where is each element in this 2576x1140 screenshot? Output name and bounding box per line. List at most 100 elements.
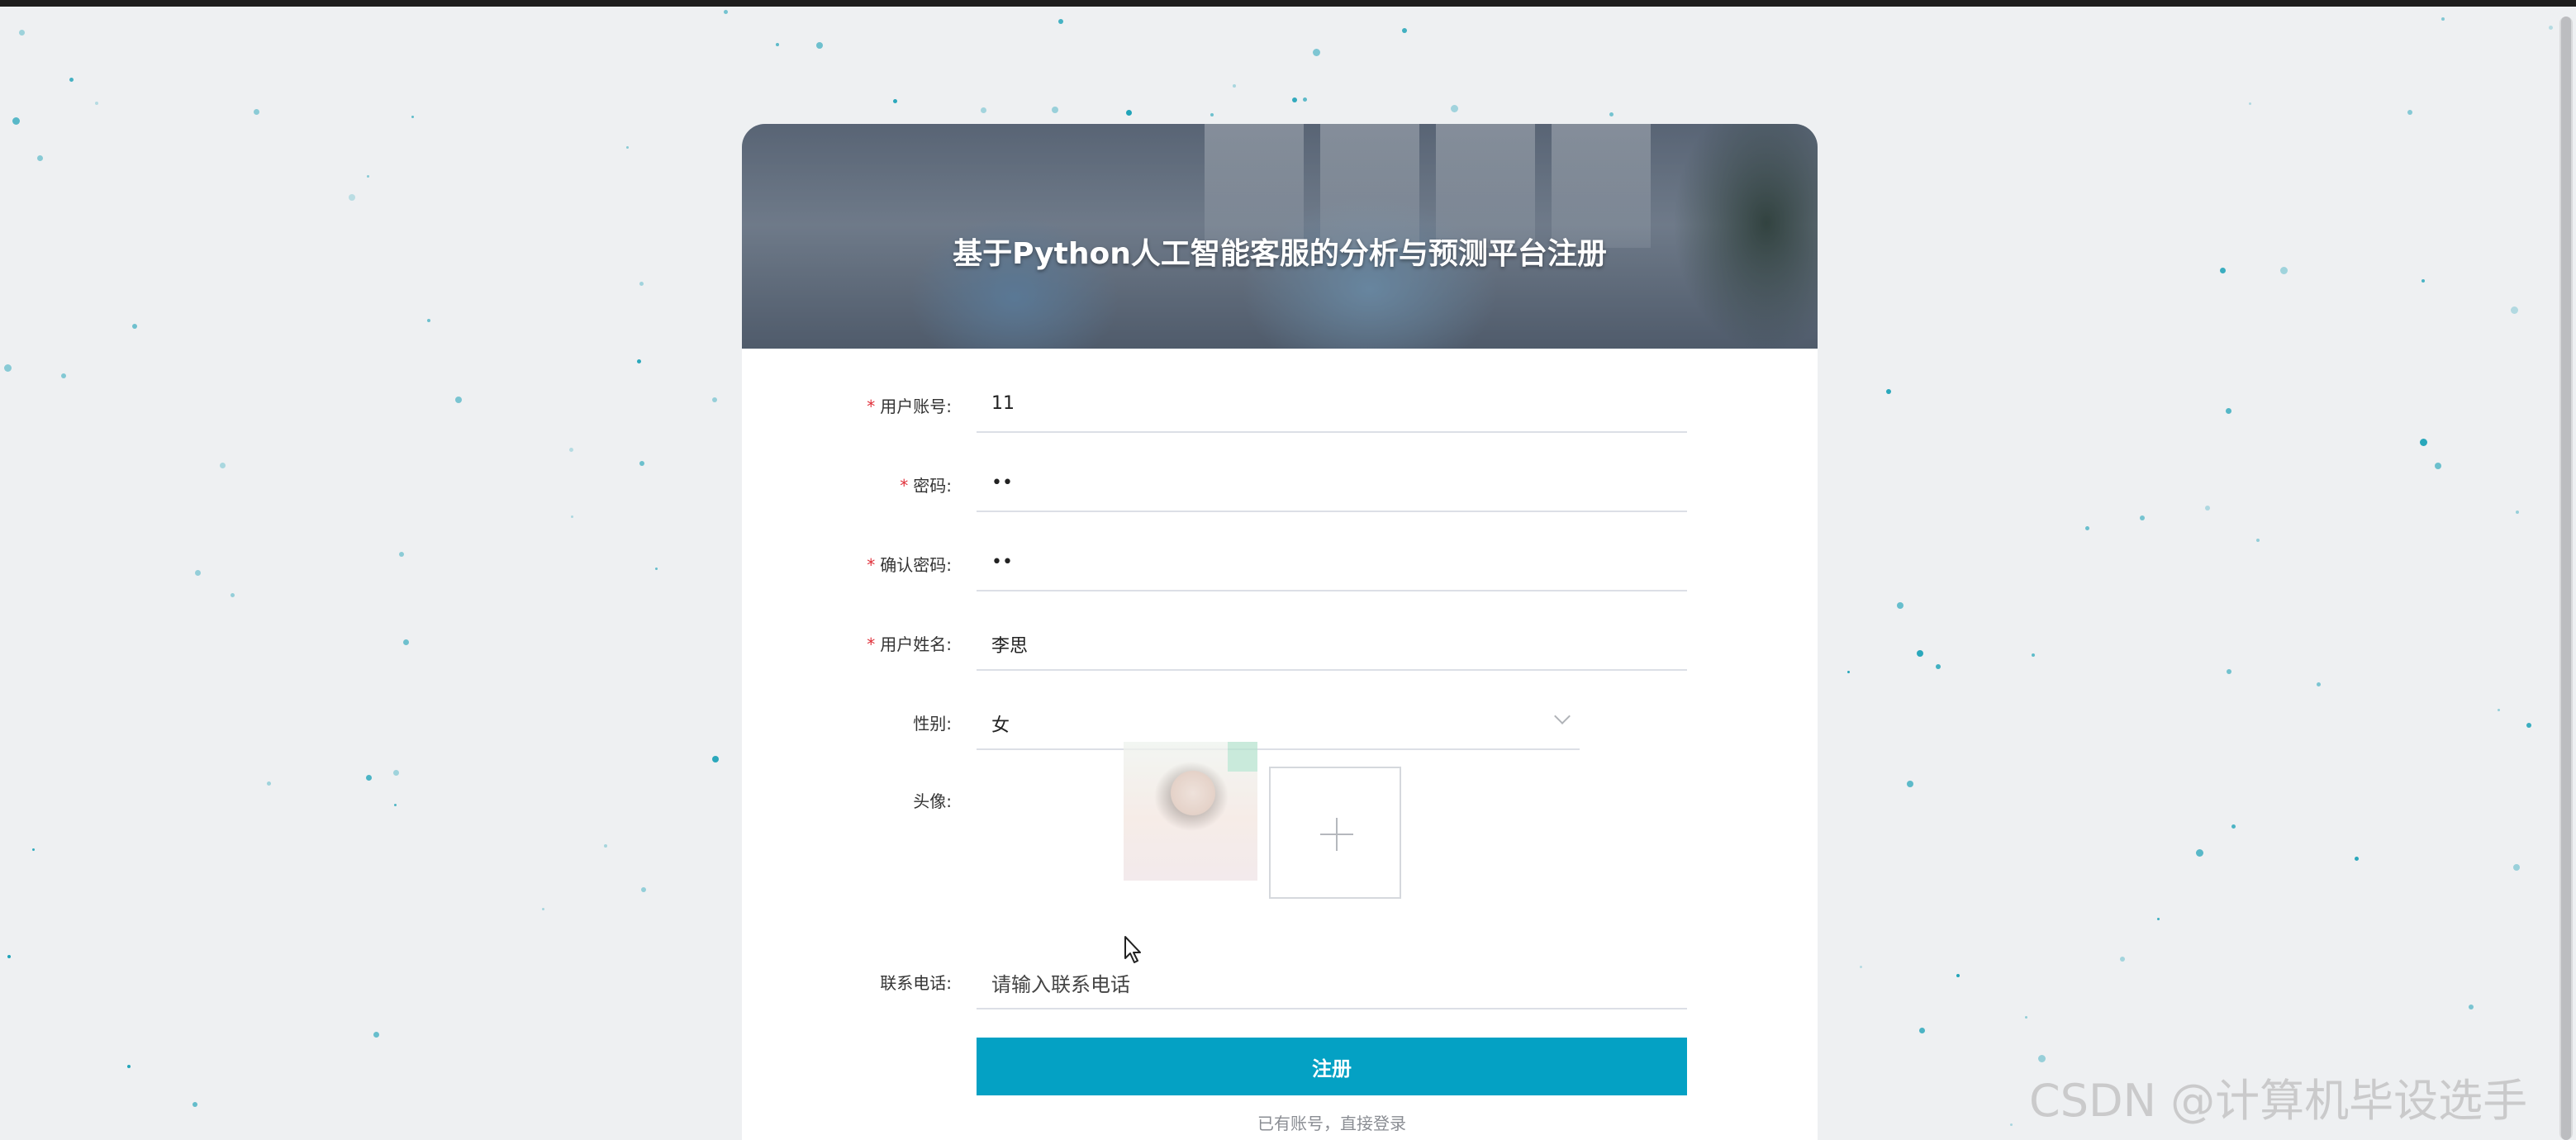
particle-dot	[12, 117, 20, 125]
name-input[interactable]: 李思	[977, 613, 1687, 671]
particle-dot	[2511, 306, 2518, 314]
particle-dot	[816, 42, 823, 49]
particle-dot	[2085, 526, 2089, 530]
avatar-corner-mark	[1228, 742, 1257, 772]
required-mark: *	[867, 555, 876, 575]
login-link[interactable]: 已有账号，直接登录	[977, 1110, 1687, 1134]
gender-value: 女	[991, 715, 1010, 736]
scrollbar-thumb[interactable]	[2561, 17, 2571, 1140]
particle-dot	[254, 109, 259, 115]
particle-dot	[571, 515, 573, 518]
particle-dot	[399, 552, 404, 557]
plus-icon	[1336, 818, 1338, 851]
chevron-down-icon	[1554, 708, 1571, 724]
particle-dot	[569, 448, 573, 452]
particle-dot	[639, 461, 644, 466]
particle-dot	[1956, 974, 1960, 977]
particle-dot	[2196, 849, 2203, 857]
form-row-name: * 用户姓名: 李思	[742, 613, 1818, 671]
particle-dot	[2549, 26, 2553, 30]
particle-dot	[267, 781, 271, 786]
particle-dot	[411, 116, 414, 118]
banner-image: 基于Python人工智能客服的分析与预测平台注册	[742, 124, 1818, 349]
particle-dot	[127, 1065, 131, 1068]
particle-dot	[641, 887, 646, 892]
particle-dot	[639, 282, 644, 286]
particle-dot	[1126, 110, 1132, 116]
register-button[interactable]: 注册	[977, 1038, 1687, 1095]
name-label: * 用户姓名:	[867, 634, 952, 654]
particle-dot	[2355, 857, 2359, 861]
particle-dot	[2227, 669, 2231, 674]
particle-dot	[1292, 97, 1297, 102]
gender-label: 性别:	[913, 714, 952, 734]
particle-dot	[2226, 408, 2231, 414]
confirm-password-value: ••	[991, 552, 1013, 572]
particle-dot	[4, 364, 12, 372]
particle-dot	[2249, 102, 2251, 105]
particle-dot	[712, 397, 717, 402]
particle-dot	[2526, 723, 2531, 728]
page-title: 基于Python人工智能客服的分析与预测平台注册	[953, 237, 1607, 271]
particle-dot	[981, 107, 986, 113]
particle-dot	[1402, 28, 1407, 33]
particle-dot	[2025, 1016, 2027, 1019]
particle-dot	[427, 319, 430, 322]
particle-dot	[724, 10, 728, 14]
particle-dot	[231, 593, 235, 597]
particle-dot	[455, 397, 462, 403]
particle-dot	[19, 30, 25, 36]
particle-dot	[132, 324, 137, 329]
particle-dot	[1847, 671, 1850, 673]
particle-dot	[2441, 17, 2445, 21]
particle-dot	[2140, 515, 2145, 520]
particle-dot	[1451, 105, 1458, 112]
particle-dot	[2280, 267, 2288, 274]
phone-placeholder: 请输入联系电话	[991, 973, 1130, 996]
name-value: 李思	[991, 636, 1029, 657]
particle-dot	[1609, 112, 1614, 116]
particle-dot	[1303, 97, 1307, 102]
account-value: 11	[991, 393, 1015, 414]
confirm-password-input[interactable]: ••	[977, 534, 1687, 591]
particle-dot	[2231, 824, 2236, 829]
particle-dot	[32, 848, 35, 851]
particle-dot	[95, 102, 98, 105]
particle-dot	[2317, 682, 2321, 686]
password-input[interactable]: ••	[977, 454, 1687, 512]
page-scrollbar[interactable]	[2559, 17, 2573, 1140]
particle-dot	[712, 756, 719, 762]
particle-dot	[637, 359, 641, 363]
mouse-cursor-icon	[1124, 936, 1141, 963]
account-label: * 用户账号:	[867, 397, 952, 416]
particle-dot	[2256, 539, 2260, 542]
form-row-phone: 联系电话: 请输入联系电话	[742, 952, 1818, 1009]
particle-dot	[367, 175, 369, 178]
particle-dot	[2407, 110, 2412, 115]
particle-dot	[2032, 653, 2035, 657]
particle-dot	[1936, 664, 1941, 669]
avatar-upload-button[interactable]	[1269, 767, 1401, 899]
particle-dot	[394, 804, 397, 806]
particle-dot	[69, 78, 74, 82]
particle-dot	[349, 194, 355, 201]
particle-dot	[1210, 113, 1214, 116]
particle-dot	[1860, 966, 1862, 968]
particle-dot	[61, 373, 66, 378]
particle-dot	[2420, 439, 2427, 446]
particle-dot	[403, 639, 409, 645]
particle-dot	[2422, 279, 2425, 283]
particle-dot	[2157, 918, 2160, 920]
particle-dot	[1897, 602, 1903, 609]
particle-dot	[373, 1032, 379, 1038]
form-row-avatar: 头像:	[742, 742, 1818, 907]
particle-dot	[2435, 463, 2441, 469]
particle-dot	[220, 463, 226, 468]
avatar-preview-image[interactable]	[1124, 742, 1257, 881]
required-mark: *	[867, 397, 876, 416]
particle-dot	[1313, 49, 1320, 56]
phone-input[interactable]: 请输入联系电话	[977, 952, 1687, 1009]
particle-dot	[2220, 268, 2226, 273]
account-input[interactable]: 11	[977, 375, 1687, 433]
form-row-account: * 用户账号: 11	[742, 375, 1818, 433]
